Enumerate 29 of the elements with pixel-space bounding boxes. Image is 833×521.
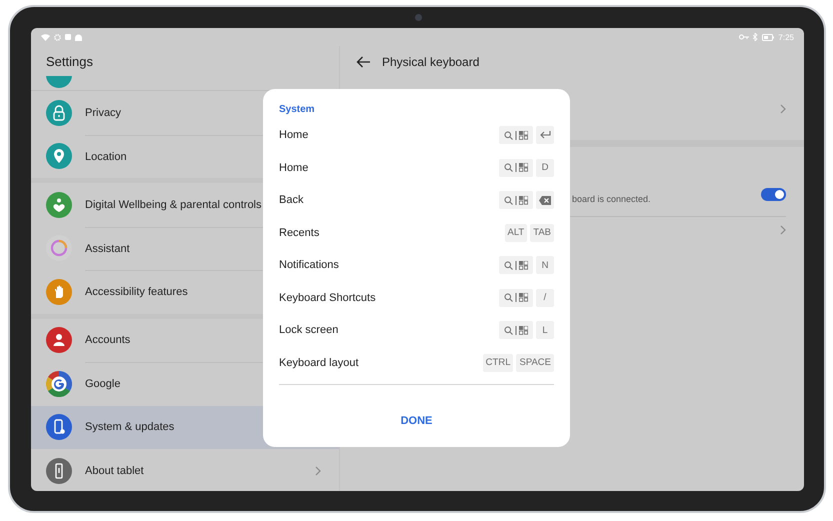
key-label: D <box>536 158 554 177</box>
settings-title: Settings <box>45 52 94 71</box>
shortcut-label: Keyboard layout <box>279 356 358 369</box>
page-title: Physical keyboard <box>382 55 480 69</box>
dialog-section-title: System <box>279 102 316 116</box>
shortcut-label: Home <box>279 162 308 174</box>
key-label: / <box>536 288 554 307</box>
settings-item-label: Assistant <box>85 242 130 255</box>
settings-item-label: Accessibility features <box>85 286 188 298</box>
settings-item-label: Accounts <box>85 334 130 346</box>
key-label: CTRL <box>482 354 514 372</box>
shortcut-label: Recents <box>279 226 320 239</box>
key-label: SPACE <box>516 354 554 372</box>
shortcut-label: Keyboard Shortcuts <box>279 292 376 304</box>
settings-item-label: Google <box>85 378 120 390</box>
key-label: L <box>536 321 554 340</box>
key-label: ALT <box>504 224 528 242</box>
key-label: N <box>536 256 554 274</box>
settings-item-label: Digital Wellbeing & parental controls <box>85 198 262 211</box>
key-label: TAB <box>530 224 554 242</box>
settings-item-label: System & updates <box>85 421 174 434</box>
settings-item-label: Location <box>85 150 127 163</box>
setting-description: board is connected. <box>572 194 651 204</box>
settings-item-label: Privacy <box>85 106 122 119</box>
shortcut-label: Home <box>279 129 308 142</box>
shortcut-label: Lock screen <box>279 324 338 336</box>
shortcut-label: Back <box>279 194 304 206</box>
shortcut-label: Notifications <box>279 259 339 272</box>
settings-item-label: About tablet <box>85 464 144 477</box>
